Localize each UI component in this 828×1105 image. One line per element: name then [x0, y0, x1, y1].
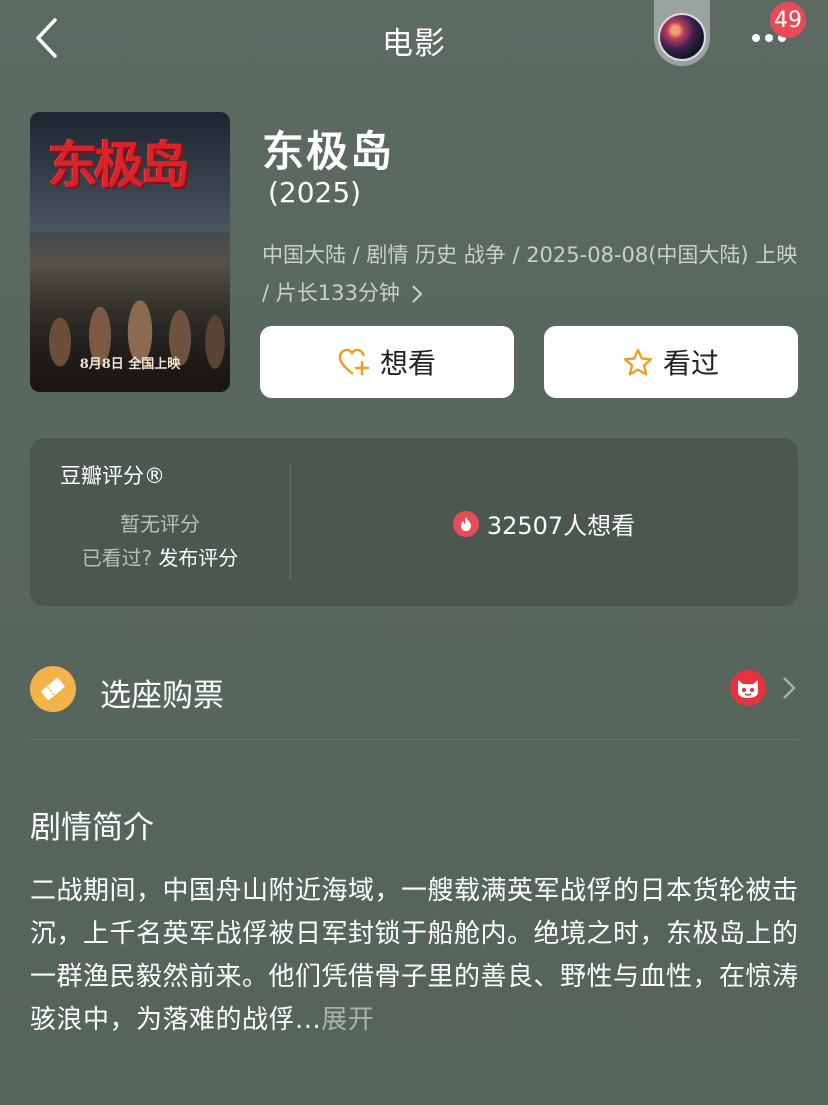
movie-meta-text: 中国大陆 / 剧情 历史 战争 / 2025-08-08(中国大陆) 上映 / …	[262, 243, 798, 305]
wish-count: 32507人想看	[290, 506, 798, 541]
user-avatar-tab[interactable]	[654, 0, 710, 66]
wish-count-text: 32507人想看	[486, 512, 636, 540]
fire-icon	[452, 510, 479, 537]
buy-ticket-row[interactable]: 选座购票	[30, 650, 798, 726]
rating-seen-row: 已看过? 发布评分	[30, 542, 290, 571]
rating-seen-prompt: 已看过?	[81, 546, 153, 570]
movie-meta[interactable]: 中国大陆 / 剧情 历史 战争 / 2025-08-08(中国大陆) 上映 / …	[262, 236, 802, 312]
synopsis-title: 剧情简介	[30, 810, 154, 846]
poster-figures	[30, 262, 230, 392]
heart-plus-icon	[338, 348, 370, 376]
movie-title: 东极岛	[262, 127, 395, 176]
synopsis-body: 二战期间，中国舟山附近海域，一艘载满英军战俘的日本货轮被击沉，上千名英军战俘被日…	[30, 870, 800, 1042]
chevron-right-icon	[411, 285, 422, 303]
movie-poster[interactable]: 东极岛 8月8日 全国上映	[30, 112, 230, 392]
movie-year: (2025)	[268, 176, 362, 209]
rating-card: 豆瓣评分® 暂无评分 已看过? 发布评分 32507人想看	[30, 438, 798, 606]
notification-badge: 49	[770, 2, 806, 38]
want-to-watch-label: 想看	[379, 347, 436, 380]
star-icon	[623, 348, 653, 376]
want-to-watch-button[interactable]: 想看	[260, 326, 514, 398]
rating-none-text: 暂无评分	[120, 512, 200, 536]
expand-synopsis-link[interactable]: 展开	[321, 1005, 374, 1035]
watched-label: 看过	[662, 347, 719, 380]
more-dot-icon	[752, 34, 760, 42]
rating-title: 豆瓣评分®	[60, 464, 165, 488]
ticket-icon	[30, 666, 76, 712]
chevron-right-icon	[783, 677, 796, 699]
publish-rating-link[interactable]: 发布评分	[158, 546, 238, 570]
poster-release-line: 8月8日 全国上映	[79, 357, 181, 372]
synopsis-text: 二战期间，中国舟山附近海域，一艘载满英军战俘的日本货轮被击沉，上千名英军战俘被日…	[30, 876, 799, 1035]
avatar	[658, 13, 706, 61]
more-dot-icon	[765, 34, 773, 42]
section-divider	[30, 739, 798, 740]
poster-title: 东极岛	[48, 135, 190, 194]
movie-detail-page: 电影 49 东极岛 8月8日 全国上映 东极岛 (2025) 中国大陆 / 剧情…	[0, 0, 828, 1105]
watched-button[interactable]: 看过	[544, 326, 798, 398]
maoyan-cat-icon	[730, 670, 766, 706]
buy-ticket-label: 选座购票	[100, 678, 224, 714]
